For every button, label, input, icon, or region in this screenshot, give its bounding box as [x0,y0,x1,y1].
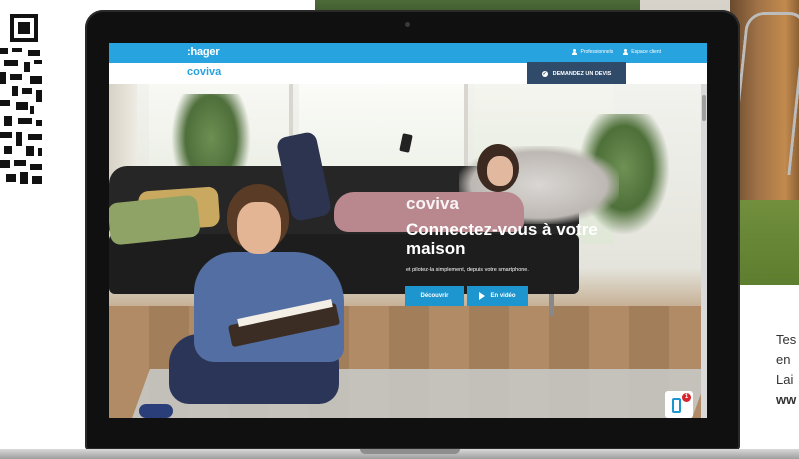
qr-code-icon [0,4,44,190]
person-icon [623,49,629,55]
quote-icon: ✓ [541,70,548,77]
side-caption: Tes en Lai ww [776,330,799,410]
decouvrir-label: Découvrir [420,293,449,299]
hero-brand: coviva [406,194,459,213]
webcam-icon [405,22,410,27]
laptop-screen: :hager Professionnels Espace client covi… [109,43,707,418]
link-professionnels[interactable]: Professionnels [572,49,613,55]
en-video-button[interactable]: En vidéo [467,286,528,306]
background-lawn [730,200,799,285]
top-bar: :hager Professionnels Espace client [109,43,707,63]
woman-face [487,156,513,186]
page-scrollbar[interactable] [701,84,707,418]
link-label: Professionnels [580,49,614,55]
side-caption-line: Lai [776,372,794,387]
side-caption-url: ww [776,392,797,407]
sofa-leg [549,294,554,316]
hero-subtitle: et pilotez-la simplement, depuis votre s… [406,267,529,273]
side-caption-line: Tes [776,332,797,347]
laptop-notch [360,449,460,454]
en-video-label: En vidéo [490,293,516,299]
notification-badge: 1 [682,393,691,402]
demandez-devis-button[interactable]: ✓ DEMANDEZ UN DEVIS [527,62,626,85]
top-links: Professionnels Espace client [572,49,661,55]
smartphone-icon [672,398,681,413]
play-icon [479,292,486,300]
link-espace-client[interactable]: Espace client [623,49,661,55]
hager-logo[interactable]: :hager [187,46,220,58]
hero-banner: coviva Connectez-vous à votre maison et … [109,84,707,418]
hero-title: Connectez-vous à votre maison [406,220,598,258]
devis-label: DEMANDEZ UN DEVIS [552,70,612,77]
side-caption-line: en [776,352,791,367]
decouvrir-button[interactable]: Découvrir [405,286,464,306]
person-icon [572,49,578,55]
man-face [237,202,281,254]
coviva-logo[interactable]: coviva [187,66,221,78]
scroll-thumb[interactable] [702,95,706,121]
link-label: Espace client [631,49,661,55]
man-foot [139,404,173,418]
